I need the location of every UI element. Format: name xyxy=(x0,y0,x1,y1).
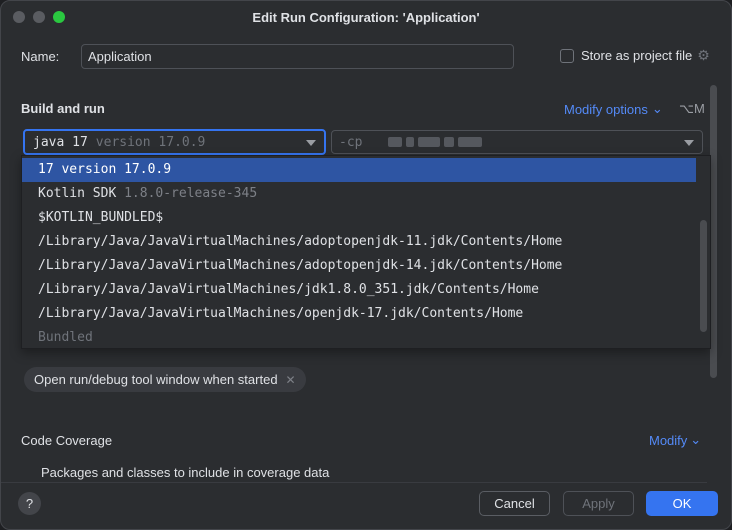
jdk-option[interactable]: /Library/Java/JavaVirtualMachines/openjd… xyxy=(22,302,710,326)
ok-button[interactable]: OK xyxy=(646,491,718,516)
jdk-select[interactable]: java 17 version 17.0.9 xyxy=(23,129,326,155)
dropdown-arrow-icon xyxy=(306,140,316,146)
redacted-text xyxy=(406,137,415,147)
redacted-text xyxy=(388,137,403,147)
jdk-option[interactable]: $KOTLIN_BUNDLED$ xyxy=(22,206,710,230)
classpath-prefix: -cp xyxy=(339,134,363,150)
chevron-down-icon: ⌄ xyxy=(690,432,702,447)
modify-coverage-link[interactable]: Modify ⌄ xyxy=(649,432,701,448)
redacted-text xyxy=(458,137,483,147)
close-icon[interactable]: ✕ xyxy=(286,373,296,387)
name-label: Name: xyxy=(21,49,60,64)
jdk-option[interactable]: /Library/Java/JavaVirtualMachines/adopto… xyxy=(22,230,710,254)
cancel-button[interactable]: Cancel xyxy=(479,491,550,516)
zoom-window-button[interactable] xyxy=(53,11,65,23)
build-and-run-title: Build and run xyxy=(21,101,105,116)
minimize-window-button[interactable] xyxy=(33,11,45,23)
modify-coverage-label: Modify xyxy=(649,432,688,448)
help-button[interactable]: ? xyxy=(18,492,41,515)
jdk-select-value: java 17 xyxy=(33,134,88,150)
jdk-select-version: version 17.0.9 xyxy=(95,134,206,150)
coverage-packages-label: Packages and classes to include in cover… xyxy=(41,465,330,480)
jdk-option[interactable]: /Library/Java/JavaVirtualMachines/jdk1.8… xyxy=(22,278,710,302)
option-chip: Open run/debug tool window when started … xyxy=(24,367,306,392)
jdk-option[interactable]: Bundled xyxy=(22,326,710,350)
gear-icon[interactable]: ⚙ xyxy=(697,47,710,64)
redacted-text xyxy=(444,137,455,147)
option-chip-label: Open run/debug tool window when started xyxy=(34,372,278,387)
modify-options-label: Modify options xyxy=(564,101,648,117)
redacted-text xyxy=(418,137,441,147)
store-as-project-file[interactable]: Store as project file ⚙ xyxy=(560,47,710,64)
close-window-button[interactable] xyxy=(13,11,25,23)
code-coverage-title: Code Coverage xyxy=(21,433,113,448)
dropdown-arrow-icon xyxy=(684,140,694,146)
divider xyxy=(1,482,707,483)
jdk-option[interactable]: Kotlin SDK 1.8.0-release-345 xyxy=(22,182,710,206)
title-bar: Edit Run Configuration: 'Application' xyxy=(1,1,731,33)
dialog-scrollbar-thumb[interactable] xyxy=(710,85,717,378)
modify-options-link[interactable]: Modify options ⌄ xyxy=(564,101,663,117)
dialog-title: Edit Run Configuration: 'Application' xyxy=(252,9,480,25)
chevron-down-icon: ⌄ xyxy=(651,101,663,116)
jdk-dropdown-list: 17 version 17.0.9 Kotlin SDK 1.8.0-relea… xyxy=(21,155,711,349)
name-input[interactable] xyxy=(81,44,514,69)
window-controls xyxy=(13,11,65,23)
classpath-select[interactable]: -cp xyxy=(331,130,703,154)
jdk-option[interactable]: 17 version 17.0.9 xyxy=(22,158,696,182)
store-as-project-file-label: Store as project file xyxy=(581,48,693,63)
jdk-option[interactable]: /Library/Java/JavaVirtualMachines/adopto… xyxy=(22,254,710,278)
dropdown-scrollbar-thumb[interactable] xyxy=(700,220,707,332)
apply-button[interactable]: Apply xyxy=(563,491,634,516)
run-config-dialog: Edit Run Configuration: 'Application' Na… xyxy=(0,0,732,530)
store-as-project-file-checkbox[interactable] xyxy=(560,48,574,63)
modify-options-shortcut: ⌥M xyxy=(679,101,705,116)
